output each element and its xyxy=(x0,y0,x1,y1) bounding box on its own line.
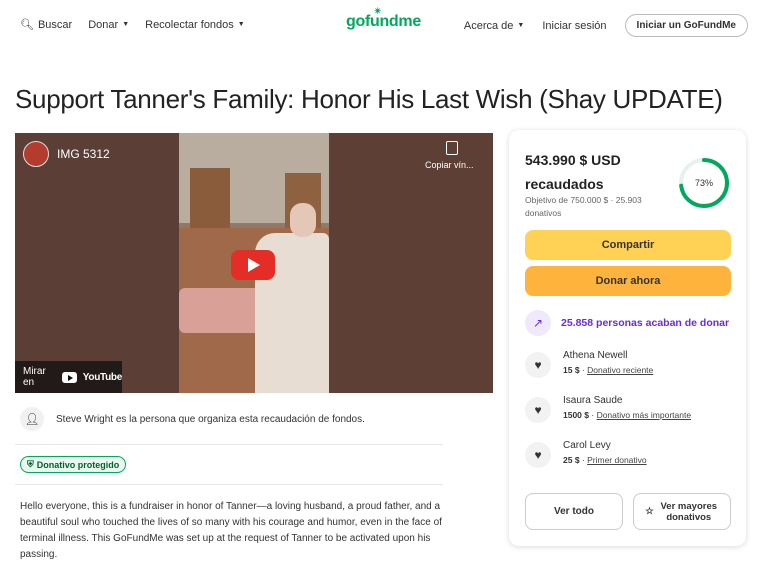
donate-menu[interactable]: Donar ▼ xyxy=(88,19,129,31)
search-link[interactable]: 🔍︎ Buscar xyxy=(20,18,72,32)
protected-donation-badge[interactable]: ⛨ Donativo protegido xyxy=(20,456,127,473)
goal-text: Objetivo de 750.000 $ · 25.903 donativos xyxy=(525,195,642,218)
nav-right: Acerca de ▼ Iniciar sesión Iniciar un Go… xyxy=(464,14,748,37)
user-icon: 👤︎ xyxy=(20,407,44,431)
donate-now-button[interactable]: Donar ahora xyxy=(525,266,731,296)
donation-icon: ♥ xyxy=(525,397,551,423)
youtube-icon xyxy=(62,371,77,383)
trending-icon: ↗ xyxy=(525,310,551,336)
divider xyxy=(15,444,443,445)
chevron-down-icon: ▼ xyxy=(237,21,245,28)
nav-left: 🔍︎ Buscar Donar ▼ Recolectar fondos ▼ xyxy=(20,18,245,32)
about-menu[interactable]: Acerca de ▼ xyxy=(464,20,524,32)
amount-raised: 543.990 $ USD recaudados xyxy=(525,152,621,192)
start-gofundme-button[interactable]: Iniciar un GoFundMe xyxy=(624,14,748,37)
story-text: Hello everyone, this is a fundraiser in … xyxy=(20,501,442,560)
video-person xyxy=(290,203,316,237)
donation-icon: ♥ xyxy=(525,442,551,468)
donor-item: ♥ Athena Newell 15 $ · Donativo reciente xyxy=(525,350,653,378)
top-nav: 🔍︎ Buscar Donar ▼ Recolectar fondos ▼ ✴ … xyxy=(0,0,768,50)
chevron-down-icon: ▼ xyxy=(122,21,130,28)
search-icon: 🔍︎ xyxy=(20,19,34,31)
progress-label: 73% xyxy=(694,178,713,188)
recent-donors-trend: ↗ 25.858 personas acaban de donar xyxy=(525,310,729,336)
donor-item: ♥ Isaura Saude 1500 $ · Donativo más imp… xyxy=(525,395,691,423)
copy-icon[interactable] xyxy=(446,141,458,155)
copy-link-label[interactable]: Copiar vín... xyxy=(425,160,474,170)
shield-icon: ⛨ xyxy=(27,459,34,469)
page-title: Support Tanner's Family: Honor His Last … xyxy=(15,84,723,114)
sun-icon: ✴ xyxy=(374,6,382,16)
organizer-row: 👤︎ Steve Wright es la persona que organi… xyxy=(20,407,365,431)
video-player[interactable]: IMG 5312 Copiar vín... Mirar en YouTube xyxy=(15,133,493,393)
top-donations-button[interactable]: ☆ Ver mayores donativos xyxy=(633,493,731,530)
fundraise-menu[interactable]: Recolectar fondos ▼ xyxy=(145,19,245,31)
chevron-down-icon: ▼ xyxy=(517,22,525,29)
share-button[interactable]: Compartir xyxy=(525,230,731,260)
star-icon: ☆ xyxy=(645,506,654,517)
video-cabinet xyxy=(190,168,230,228)
see-all-button[interactable]: Ver todo xyxy=(525,493,623,530)
video-blur-right xyxy=(329,133,493,393)
video-blur-left xyxy=(15,133,179,393)
donor-item: ♥ Carol Levy 25 $ · Primer donativo xyxy=(525,440,647,468)
donation-icon: ♥ xyxy=(525,352,551,378)
play-icon[interactable] xyxy=(231,250,275,280)
divider xyxy=(15,484,443,485)
login-link[interactable]: Iniciar sesión xyxy=(542,20,606,32)
watch-on-youtube-button[interactable]: Mirar en YouTube xyxy=(15,361,122,393)
video-title[interactable]: IMG 5312 xyxy=(57,147,110,161)
organizer-text: Steve Wright es la persona que organiza … xyxy=(56,413,365,425)
donation-sidebar: 543.990 $ USD recaudados Objetivo de 750… xyxy=(509,130,746,546)
logo[interactable]: ✴ gofundme xyxy=(346,6,421,31)
channel-avatar[interactable] xyxy=(23,141,49,167)
